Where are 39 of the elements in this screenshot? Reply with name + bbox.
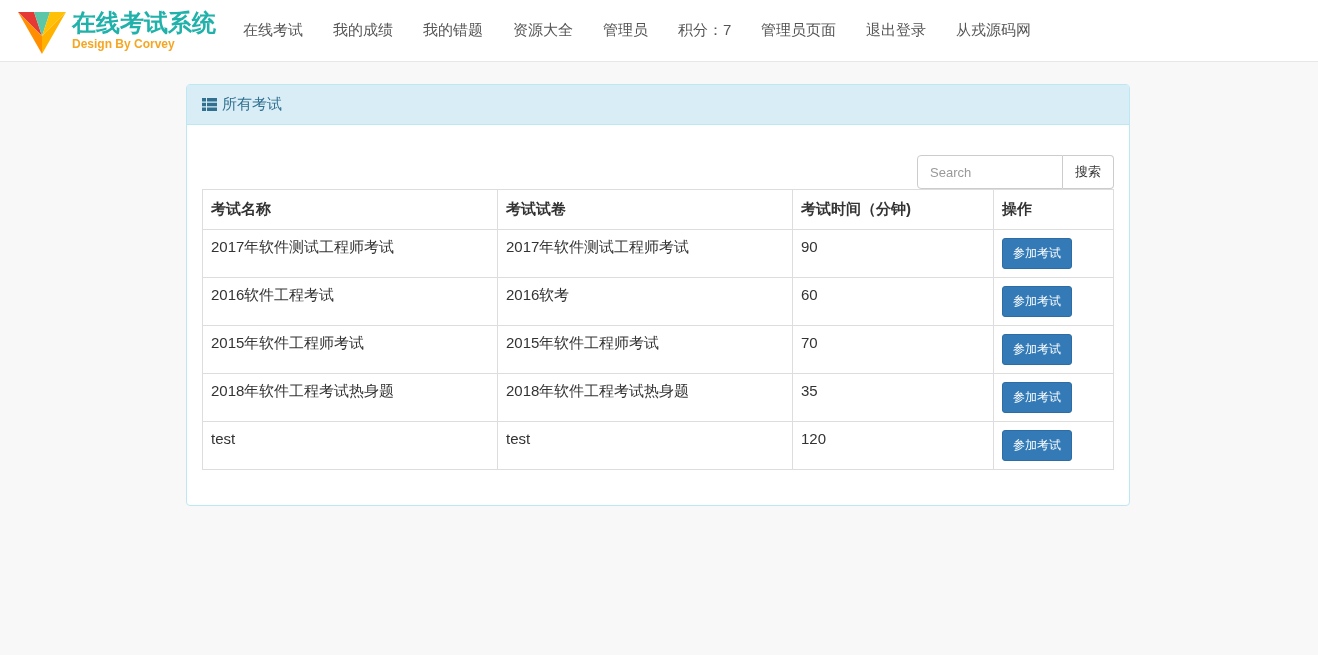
join-exam-button[interactable]: 参加考试 [1002,430,1072,461]
table-cell: 2018年软件工程考试热身题 [497,373,793,422]
search-field[interactable]: Search [917,155,1063,189]
column-header: 操作 [993,189,1114,230]
nav-link[interactable]: 管理员 [588,21,663,40]
panel-title: 所有考试 [222,95,282,114]
join-exam-button[interactable]: 参加考试 [1002,238,1072,269]
table-cell: 60 [792,277,994,326]
table-cell: test [497,421,793,470]
nav-link[interactable]: 退出登录 [851,21,942,40]
column-header: 考试名称 [202,189,498,230]
table-cell: 70 [792,325,994,374]
join-exam-button[interactable]: 参加考试 [1002,286,1072,317]
nav-link[interactable]: 资源大全 [498,21,588,40]
table-cell: 90 [792,229,994,278]
brand-subtitle: Design By Corvey [72,38,176,50]
table-cell: test [202,421,498,470]
column-header: 考试时间（分钟) [792,189,994,230]
nav-link[interactable]: 我的错题 [408,21,498,40]
table-cell: 2017年软件测试工程师考试 [497,229,793,278]
nav-link[interactable]: 我的成绩 [318,21,408,40]
brand-title: 在线考试系统 [72,11,216,35]
table-cell: 2017年软件测试工程师考试 [202,229,498,278]
table-cell: 2016软考 [497,277,793,326]
table-cell: 2016软件工程考试 [202,277,498,326]
table-cell: 2018年软件工程考试热身题 [202,373,498,422]
nav-link[interactable]: 在线考试 [228,21,318,40]
nav-link[interactable]: 管理员页面 [746,21,852,40]
list-icon [202,98,217,111]
search-button[interactable]: 搜索 [1063,155,1114,189]
nav-link[interactable]: 积分：7 [663,21,747,40]
nav-link[interactable]: 从戎源码网 [941,21,1047,40]
table-cell: 2015年软件工程师考试 [497,325,793,374]
table-cell: 2015年软件工程师考试 [202,325,498,374]
table-cell: 120 [792,421,994,470]
join-exam-button[interactable]: 参加考试 [1002,334,1072,365]
join-exam-button[interactable]: 参加考试 [1002,382,1072,413]
table-cell: 35 [792,373,994,422]
column-header: 考试试卷 [497,189,793,230]
